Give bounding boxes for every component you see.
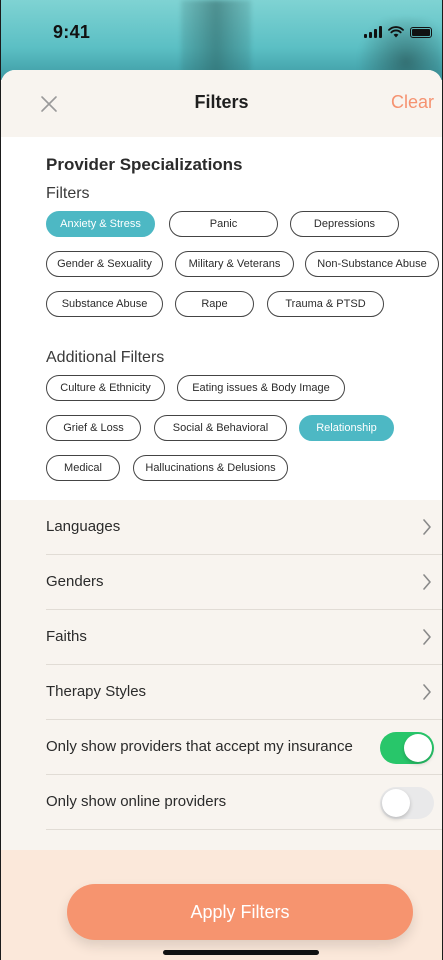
chip-grief-loss[interactable]: Grief & Loss	[46, 415, 141, 441]
genders-row[interactable]: Genders	[46, 555, 442, 610]
chip-hallucinations-delusions[interactable]: Hallucinations & Delusions	[133, 455, 288, 481]
chip-panic[interactable]: Panic	[169, 211, 278, 237]
therapy-styles-row[interactable]: Therapy Styles	[46, 665, 442, 720]
chip-depressions[interactable]: Depressions	[290, 211, 399, 237]
clear-button[interactable]: Clear	[391, 92, 434, 113]
filters-sheet: Filters Clear Provider Specializations F…	[1, 70, 442, 960]
signal-icon	[364, 26, 382, 38]
page-title: Filters	[194, 92, 249, 112]
toggle-knob	[382, 789, 410, 817]
chip-relationship[interactable]: Relationship	[299, 415, 394, 441]
online-toggle[interactable]	[380, 787, 434, 819]
toggle-knob	[404, 734, 432, 762]
faiths-row[interactable]: Faiths	[46, 610, 442, 665]
languages-label: Languages	[46, 518, 121, 535]
status-time: 9:41	[53, 22, 91, 42]
chip-substance-abuse[interactable]: Substance Abuse	[46, 291, 163, 317]
additional-chip-group: Culture & Ethnicity Eating issues & Body…	[46, 375, 442, 483]
chevron-right-icon	[423, 684, 431, 700]
insurance-toggle[interactable]	[380, 732, 434, 764]
chip-eating-body-image[interactable]: Eating issues & Body Image	[177, 375, 345, 401]
online-label: Only show online providers	[46, 793, 227, 810]
section-title: Provider Specializations	[46, 155, 243, 174]
home-indicator	[163, 950, 319, 955]
chip-social-behavioral[interactable]: Social & Behavioral	[154, 415, 287, 441]
app-frame: 9:41 Filters Clear Provider Specializati…	[0, 0, 443, 960]
chevron-right-icon	[423, 629, 431, 645]
filters-chip-group: Anxiety & Stress Panic Depressions Gende…	[46, 211, 442, 321]
genders-label: Genders	[46, 573, 104, 590]
status-icons	[364, 26, 432, 38]
chip-anxiety-stress[interactable]: Anxiety & Stress	[46, 211, 155, 237]
chip-culture-ethnicity[interactable]: Culture & Ethnicity	[46, 375, 165, 401]
chip-medical[interactable]: Medical	[46, 455, 120, 481]
chip-non-substance-abuse[interactable]: Non-Substance Abuse	[305, 251, 439, 277]
chip-gender-sexuality[interactable]: Gender & Sexuality	[46, 251, 163, 277]
chip-trauma-ptsd[interactable]: Trauma & PTSD	[267, 291, 384, 317]
sheet-header: Filters Clear	[1, 70, 442, 137]
battery-icon	[410, 26, 432, 38]
filter-list: Languages Genders Faiths Therapy Styles …	[1, 500, 442, 850]
chip-military-veterans[interactable]: Military & Veterans	[175, 251, 294, 277]
languages-row[interactable]: Languages	[46, 500, 442, 555]
therapy-styles-label: Therapy Styles	[46, 683, 147, 700]
chevron-right-icon	[423, 519, 431, 535]
chevron-right-icon	[423, 574, 431, 590]
online-row: Only show online providers	[46, 775, 442, 830]
status-bar: 9:41	[1, 0, 442, 70]
filters-subtitle: Filters	[46, 185, 90, 202]
faiths-label: Faiths	[46, 628, 87, 645]
insurance-label: Only show providers that accept my insur…	[46, 738, 353, 755]
footer: Apply Filters	[1, 850, 442, 960]
apply-filters-button[interactable]: Apply Filters	[67, 884, 413, 940]
wifi-icon	[388, 26, 404, 38]
insurance-row: Only show providers that accept my insur…	[46, 720, 442, 775]
chip-rape[interactable]: Rape	[175, 291, 254, 317]
additional-filters-subtitle: Additional Filters	[46, 349, 165, 366]
specializations-section: Provider Specializations Filters Anxiety…	[1, 137, 442, 483]
